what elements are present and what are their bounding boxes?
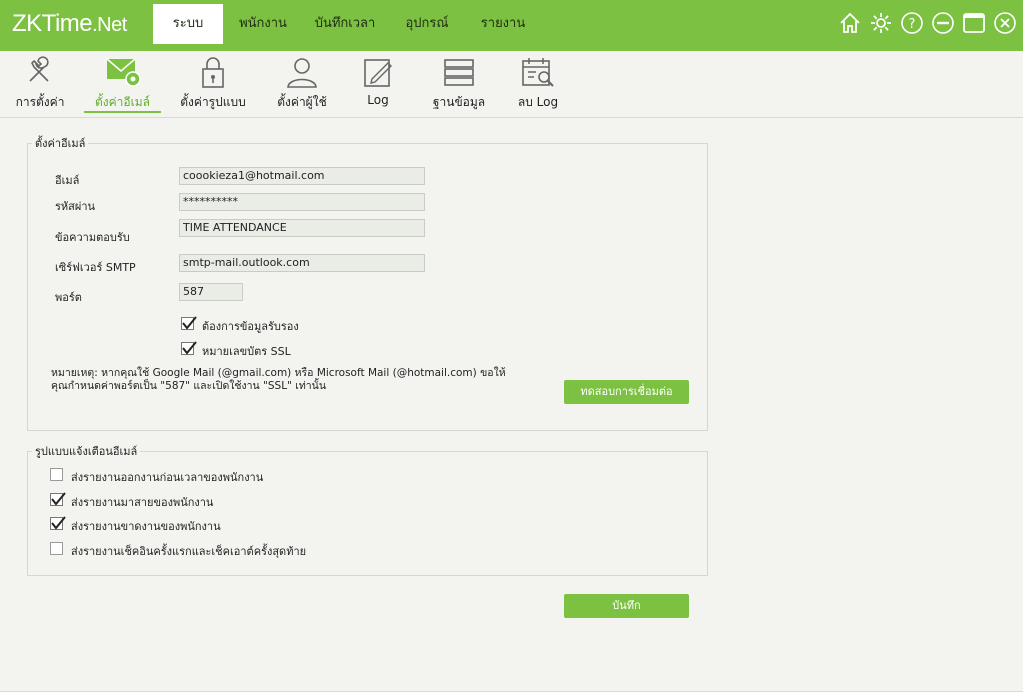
close-icon[interactable] <box>993 11 1017 35</box>
user-icon <box>287 58 317 88</box>
auth-required-label: ต้องการข้อมูลรับรอง <box>202 320 299 333</box>
toolbar-label: ฐานข้อมูล <box>432 95 486 109</box>
menu-tab-employee[interactable]: พนักงาน <box>230 4 296 44</box>
notify-early-leave-label: ส่งรายงานออกงานก่อนเวลาของพนักงาน <box>71 471 264 484</box>
menu-tab-report[interactable]: รายงาน <box>470 4 536 44</box>
smtp-server-label: เซิร์ฟเวอร์ SMTP <box>55 261 136 274</box>
title-bar: ZKTime.Net ระบบ พนักงาน บันทึกเวลา อุปกร… <box>0 0 1023 51</box>
toolbar-label: Log <box>367 93 389 107</box>
email-label: อีเมล์ <box>55 174 80 187</box>
toolbar-label: ตั้งค่ารูปแบบ <box>180 95 246 109</box>
note-line-2: คุณกำหนดค่าพอร์ตเป็น "587" และเปิดใช้งาน… <box>51 380 326 392</box>
active-tab-underline <box>84 111 161 113</box>
email-input[interactable]: coookieza1@hotmail.com <box>179 167 425 185</box>
password-input[interactable]: ********** <box>179 193 425 211</box>
maximize-icon[interactable] <box>962 11 986 35</box>
settings-toolbar: การตั้งค่า ตั้งค่าอีเมล์ ตั้งค่ารูปแบบ ต… <box>0 51 1023 118</box>
window-controls: ? <box>838 11 1017 35</box>
database-icon <box>444 59 474 86</box>
help-icon[interactable]: ? <box>900 11 924 35</box>
reply-message-label: ข้อความตอบรับ <box>55 231 130 244</box>
home-icon[interactable] <box>838 11 862 35</box>
save-button[interactable]: บันทึก <box>564 594 689 618</box>
reply-message-input[interactable]: TIME ATTENDANCE <box>179 219 425 237</box>
notify-absent-checkbox[interactable] <box>50 516 66 530</box>
ssl-checkbox[interactable] <box>181 341 197 355</box>
ssl-label: หมายเลขบัตร SSL <box>202 345 291 358</box>
checkmark-icon <box>51 516 66 530</box>
toolbar-label: ตั้งค่าผู้ใช้ <box>277 95 327 109</box>
auth-required-checkbox[interactable] <box>181 316 197 330</box>
test-connection-button[interactable]: ทดสอบการเชื่อมต่อ <box>564 380 689 404</box>
menu-tab-attendance[interactable]: บันทึกเวลา <box>304 4 386 44</box>
delete-log-icon <box>522 58 554 87</box>
checkmark-icon <box>182 341 197 355</box>
notify-early-leave-checkbox[interactable] <box>50 468 63 481</box>
log-icon <box>364 59 392 87</box>
smtp-server-input[interactable]: smtp-mail.outlook.com <box>179 254 425 272</box>
notify-late-label: ส่งรายงานมาสายของพนักงาน <box>71 496 214 509</box>
checkmark-icon <box>51 492 66 506</box>
notify-checkin-checkout-label: ส่งรายงานเช็คอินครั้งแรกและเช็คเอาต์ครั้… <box>71 545 307 558</box>
toolbar-item-settings[interactable]: การตั้งค่า <box>10 51 70 115</box>
toolbar-label: การตั้งค่า <box>15 95 65 109</box>
toolbar-item-user-settings[interactable]: ตั้งค่าผู้ใช้ <box>268 51 336 115</box>
tools-icon <box>29 56 49 82</box>
lock-icon <box>202 57 224 88</box>
minimize-icon[interactable] <box>931 11 955 35</box>
email-settings-legend: ตั้งค่าอีเมล์ <box>35 137 86 150</box>
checkmark-icon <box>182 316 197 330</box>
svg-text:?: ? <box>909 17 916 32</box>
password-label: รหัสผ่าน <box>55 200 96 213</box>
port-input[interactable]: 587 <box>179 283 243 301</box>
gear-icon[interactable] <box>869 11 893 35</box>
app-logo: ZKTime.Net <box>12 10 127 37</box>
toolbar-item-format-settings[interactable]: ตั้งค่ารูปแบบ <box>176 51 250 115</box>
menu-tab-device[interactable]: อุปกรณ์ <box>394 4 460 44</box>
toolbar-item-email-settings[interactable]: ตั้งค่าอีเมล์ <box>84 51 161 115</box>
email-settings-icon <box>106 58 141 87</box>
email-notify-legend: รูปแบบแจ้งเตือนอีเมล์ <box>35 445 138 458</box>
toolbar-item-database[interactable]: ฐานข้อมูล <box>426 51 492 115</box>
toolbar-item-log[interactable]: Log <box>356 51 400 115</box>
toolbar-label: ลบ Log <box>517 95 559 109</box>
notify-checkin-checkout-checkbox[interactable] <box>50 542 63 555</box>
port-label: พอร์ต <box>55 291 82 304</box>
toolbar-label: ตั้งค่าอีเมล์ <box>95 95 150 109</box>
notify-absent-label: ส่งรายงานขาดงานของพนักงาน <box>71 520 221 533</box>
note-line-1: หมายเหตุ: หากคุณใช้ Google Mail (@gmail.… <box>51 367 506 379</box>
notify-late-checkbox[interactable] <box>50 492 66 506</box>
menu-tab-system[interactable]: ระบบ <box>153 4 223 44</box>
toolbar-item-delete-log[interactable]: ลบ Log <box>512 51 564 115</box>
